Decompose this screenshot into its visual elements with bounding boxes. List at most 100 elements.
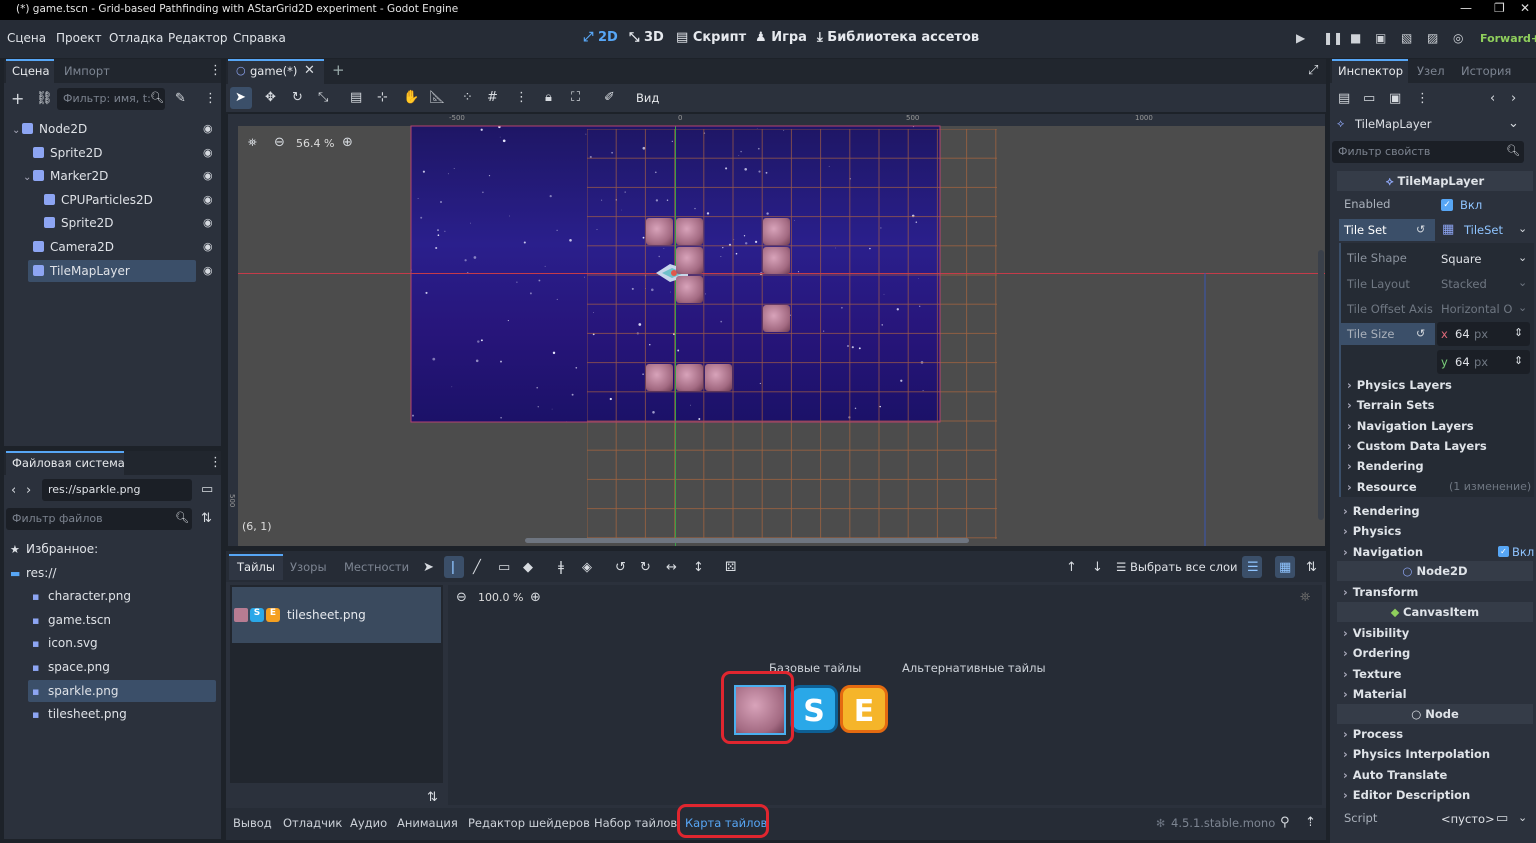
end-tile[interactable]: E xyxy=(840,685,888,733)
workspace-assetlib[interactable]: ⤓ Библиотека ассетов xyxy=(817,30,979,45)
forward-icon[interactable]: › xyxy=(26,484,31,497)
workspace-3d[interactable]: ⤡ 3D xyxy=(629,30,664,45)
close-window-button[interactable]: ✕ xyxy=(1520,1,1530,15)
inspector-section[interactable]: Rendering xyxy=(1347,459,1424,473)
spinner-icon[interactable]: ⇕ xyxy=(1514,327,1523,338)
menu-project[interactable]: Проект xyxy=(56,31,102,45)
scale-tool-icon[interactable]: ⤡ xyxy=(318,91,328,104)
zoom-in-icon[interactable]: ⊕ xyxy=(530,591,541,604)
horizontal-scrollbar[interactable] xyxy=(525,538,969,543)
pan-tool-icon[interactable]: ✋ xyxy=(403,91,419,104)
select-tool-icon[interactable]: ➤ xyxy=(235,91,246,104)
tileset-value[interactable]: TileSet xyxy=(1464,223,1503,237)
menu-help[interactable]: Справка xyxy=(233,31,286,45)
inspector-section[interactable]: Navigation Layers xyxy=(1347,419,1474,433)
chevron-down-icon[interactable]: ⌄ xyxy=(1518,277,1527,288)
pivot-tool-icon[interactable]: ⊹ xyxy=(377,91,388,104)
group-icon[interactable]: ⛶ xyxy=(571,91,580,104)
visibility-eye-icon[interactable]: ◉ xyxy=(203,216,213,229)
smart-snap-icon[interactable]: ⁘ xyxy=(462,91,473,104)
sort-icon[interactable]: ⇅ xyxy=(427,791,438,804)
flip-h-icon[interactable]: ↔ xyxy=(666,561,677,574)
inspector-section[interactable]: Visibility xyxy=(1343,626,1409,640)
file-tree-item[interactable]: ▪ character.png xyxy=(32,589,131,611)
center-view-icon[interactable]: ⛯ xyxy=(1300,591,1310,604)
zoom-out-icon[interactable]: ⊖ xyxy=(456,591,467,604)
visibility-eye-icon[interactable]: ◉ xyxy=(203,264,213,277)
menu-scene[interactable]: Сцена xyxy=(7,31,46,45)
add-node-icon[interactable]: + xyxy=(11,91,24,107)
inspector-section[interactable]: Physics Layers xyxy=(1347,378,1452,392)
tab-scene[interactable]: Сцена xyxy=(12,64,50,78)
inspector-section[interactable]: Rendering xyxy=(1343,504,1420,518)
scene-tree-item[interactable]: ⌄ Marker2D xyxy=(23,169,108,191)
menu-debug[interactable]: Отладка xyxy=(109,31,163,45)
tab-node[interactable]: Узел xyxy=(1417,64,1445,78)
tab-terrains[interactable]: Местности xyxy=(344,560,409,574)
picker-tool-icon[interactable]: ǂ xyxy=(558,561,564,574)
tab-game[interactable]: game(*) xyxy=(250,64,297,78)
inspected-object[interactable]: TileMapLayer xyxy=(1355,117,1431,131)
section-transform[interactable]: Transform xyxy=(1343,585,1419,599)
inspector-section[interactable]: Resource xyxy=(1347,480,1417,494)
visibility-eye-icon[interactable]: ◉ xyxy=(203,122,213,135)
chevron-down-icon[interactable]: ⌄ xyxy=(1518,812,1527,823)
chevron-down-icon[interactable]: ⌄ xyxy=(1518,252,1527,263)
file-tree-item[interactable]: ▪ space.png xyxy=(32,660,110,682)
pin-icon[interactable]: ⚲ xyxy=(1280,816,1290,829)
skeleton-icon[interactable]: ✐ xyxy=(604,91,615,104)
inspector-section[interactable]: Ordering xyxy=(1343,646,1411,660)
scene-tree-item[interactable]: CPUParticles2D xyxy=(34,193,153,215)
tab-import[interactable]: Импорт xyxy=(64,64,110,78)
scene-tree-item[interactable]: Sprite2D xyxy=(23,146,102,168)
file-tree-item[interactable]: ▪ sparkle.png xyxy=(32,684,118,706)
zoom-in-icon[interactable]: ⊕ xyxy=(342,136,353,149)
workspace-2d[interactable]: ⤢ 2D xyxy=(583,30,618,45)
inspector-section[interactable]: Terrain Sets xyxy=(1347,398,1435,412)
history-back-icon[interactable]: ‹ xyxy=(1490,92,1495,105)
grid-snap-icon[interactable]: # xyxy=(487,91,498,104)
stop-icon[interactable]: ■ xyxy=(1350,31,1361,45)
workspace-game[interactable]: ♟ Игра xyxy=(755,30,807,45)
tilemap-settings-icon[interactable]: ⇅ xyxy=(1306,561,1317,574)
layer-up-icon[interactable]: ↑ xyxy=(1066,561,1077,574)
close-tab-icon[interactable]: ✕ xyxy=(304,64,315,77)
file-tree-item[interactable]: ▪ game.tscn xyxy=(32,613,111,635)
property-filter-input[interactable]: Фильтр свойств xyxy=(1332,141,1524,163)
navigation-checkbox[interactable]: ✓ xyxy=(1498,546,1509,557)
inspector-section[interactable]: Editor Description xyxy=(1343,788,1470,802)
random-tile-icon[interactable]: ⚄ xyxy=(725,561,736,574)
spinner-icon[interactable]: ⇕ xyxy=(1514,355,1523,366)
file-tree-item[interactable]: ▪ tilesheet.png xyxy=(32,707,127,729)
file-tree-item[interactable]: ▬ res:// xyxy=(10,566,56,588)
workspace-script[interactable]: ▤ Скрипт xyxy=(676,30,746,45)
visibility-eye-icon[interactable]: ◉ xyxy=(203,169,213,182)
snap-menu-icon[interactable]: ⋮ xyxy=(515,91,528,104)
inspector-menu-icon[interactable]: ⋮ xyxy=(1416,92,1429,105)
chevron-down-icon[interactable]: ⌄ xyxy=(1518,223,1527,234)
inspector-section[interactable]: Process xyxy=(1343,727,1403,741)
scene-tree-item[interactable]: TileMapLayer xyxy=(23,264,130,286)
inspector-section[interactable]: Physics xyxy=(1343,524,1402,538)
sort-icon[interactable]: ⇅ xyxy=(201,512,212,525)
folder-icon[interactable]: ▭ xyxy=(1496,812,1508,825)
rect-tool-icon[interactable]: ▭ xyxy=(498,561,510,574)
play-icon[interactable]: ▶ xyxy=(1296,31,1305,45)
tab-inspector[interactable]: Инспектор xyxy=(1338,64,1403,78)
flip-v-icon[interactable]: ↕ xyxy=(693,561,704,574)
rotate-left-icon[interactable]: ↺ xyxy=(615,561,626,574)
highlight-layer-icon[interactable]: ☰ xyxy=(1247,561,1259,574)
line-tool-icon[interactable]: ╱ xyxy=(473,561,481,574)
grid-toggle-icon[interactable]: ▦ xyxy=(1279,561,1291,574)
bucket-tool-icon[interactable]: ◆ xyxy=(523,561,533,574)
start-tile[interactable]: S xyxy=(790,685,838,733)
scene-tree-item[interactable]: Camera2D xyxy=(23,240,114,262)
file-filter-input[interactable]: Фильтр файлов xyxy=(6,508,192,530)
inspector-section[interactable]: Auto Translate xyxy=(1343,768,1448,782)
dock-menu-icon[interactable]: ⋮ xyxy=(209,64,222,77)
scene-tree-item[interactable]: Sprite2D xyxy=(34,216,113,238)
tab-history[interactable]: История xyxy=(1461,64,1511,78)
back-icon[interactable]: ‹ xyxy=(11,484,16,497)
inspector-section[interactable]: Physics Interpolation xyxy=(1343,747,1490,761)
file-tree-item[interactable]: ★ Избранное: xyxy=(10,542,98,564)
